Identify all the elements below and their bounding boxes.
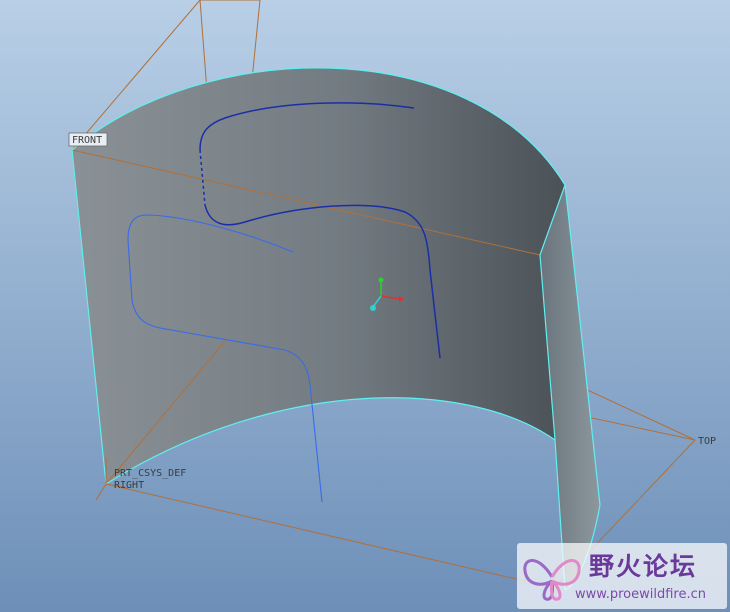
svg-text:RIGHT: RIGHT [114, 480, 144, 491]
datum-label-top[interactable]: TOP [698, 436, 716, 447]
model-viewport[interactable]: FRONT TOP PRT_CSYS_DEF RIGHT 野火论坛 www.pr… [0, 0, 730, 612]
svg-text:FRONT: FRONT [72, 135, 102, 146]
watermark-title: 野火论坛 [589, 552, 698, 581]
datum-label-front[interactable]: FRONT [68, 132, 108, 147]
forum-watermark: 野火论坛 www.proewildfire.cn [517, 543, 727, 609]
triad-z-tip [370, 305, 376, 311]
triad-y-tip [378, 277, 384, 283]
csys-label[interactable]: PRT_CSYS_DEF [114, 468, 186, 479]
svg-text:TOP: TOP [698, 436, 716, 447]
model-scene[interactable]: FRONT TOP PRT_CSYS_DEF RIGHT [0, 0, 730, 612]
svg-text:PRT_CSYS_DEF: PRT_CSYS_DEF [114, 468, 186, 479]
datum-label-right[interactable]: RIGHT [114, 480, 144, 491]
watermark-url: www.proewildfire.cn [575, 587, 706, 602]
butterfly-logo-icon [523, 559, 581, 601]
